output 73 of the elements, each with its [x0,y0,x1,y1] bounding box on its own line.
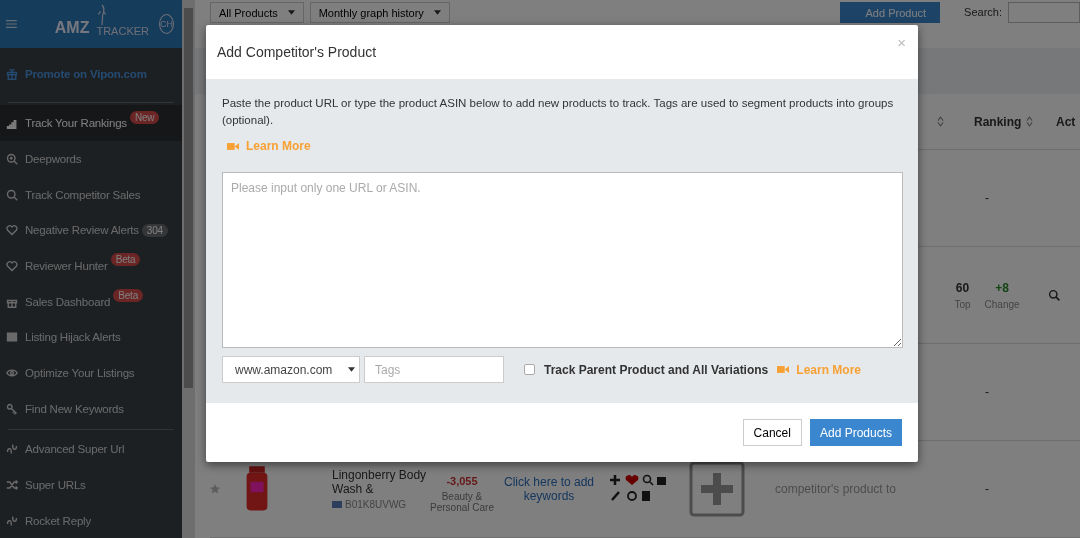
sidebar-item[interactable]: Track Competitor Sales [0,176,182,213]
ranking-value: - [985,191,989,205]
add-image-icon[interactable] [689,461,745,517]
description-text: Paste the product URL or type the product ASIN below to add new products to track. Tags are used to segment products into groups (optional). [222,96,895,128]
url-input-field[interactable]: Please input only one URL or ASIN. [222,172,903,348]
sidebar-item[interactable]: Find New Keywords [0,390,182,427]
key-icon [6,402,18,415]
search-field[interactable] [1008,2,1080,23]
tags-field[interactable]: Tags [364,356,504,383]
video-camera-icon [777,365,790,374]
sidebar-item[interactable]: Listing Hijack Alerts [0,319,182,356]
caret-icon [348,367,355,372]
rank-change: +8 [995,280,1009,295]
caret-icon [433,10,441,15]
star-icon[interactable] [210,484,220,494]
close-button[interactable]: × [897,34,906,51]
marketplace-dropdown[interactable]: www.amazon.com [222,356,360,383]
logo-text: AMZ [54,19,90,37]
sort-icon[interactable] [1026,116,1033,127]
search-icon [6,188,18,201]
heart-icon [6,259,18,272]
add-product-button[interactable]: Add Product [839,2,941,23]
sidebar-item[interactable]: Promote on Vipon.com [0,48,182,100]
sidebar-item[interactable]: Negative Review Alerts 304 [0,212,182,249]
sidebar-item[interactable]: Rocket Reply [0,502,182,538]
sort-icon[interactable] [937,116,944,127]
badge: 304 [141,223,168,237]
learn-more-link[interactable]: Learn More [246,139,311,153]
checkbox-label[interactable]: Track Parent Product and All Variations [544,362,769,377]
keywords-link[interactable]: Click here to add keywords [499,475,599,503]
sidebar-item[interactable]: Advanced Super Url [0,431,182,468]
caret-icon [287,10,295,15]
shuffle-icon [6,479,18,492]
rocket-icon [96,3,107,27]
modal-title: Add Competitor's Product [217,44,377,60]
ranking-value: - [985,482,989,496]
filter-dropdown[interactable]: Monthly graph history [309,2,450,23]
scrollbar[interactable] [182,0,195,538]
category-text: Beauty & Personal Care [429,491,495,513]
video-camera-icon [227,141,239,151]
column-header[interactable]: Ranking [974,114,1026,129]
filter-dropdown[interactable]: All Products [210,2,304,23]
search-plus-icon [6,152,18,165]
search-icon[interactable] [1047,288,1061,302]
top-rank: 60 [955,280,970,295]
menu-icon[interactable] [6,17,17,31]
learn-more-link[interactable]: Learn More [796,362,861,377]
change-value: -3,055 [446,475,478,487]
sidebar-item[interactable]: Super URLs [0,467,182,503]
product-name[interactable]: Lingonberry Body Wash & [332,468,427,496]
sidebar-item[interactable]: Sales Dashboard Beta [0,283,182,320]
logo-subtitle: TRACKER [96,25,149,37]
badge: Beta [110,253,141,267]
action-icons-drawing[interactable] [607,474,667,504]
sidebar-item[interactable]: Reviewer Hunter Beta [0,248,182,284]
badge: New [129,110,160,124]
cancel-button[interactable]: Cancel [742,419,802,446]
asin-text: B01K8UVWG [345,499,407,510]
add-products-button[interactable]: Add Products [809,419,902,446]
flag-icon [332,501,342,508]
signal-bars-icon [6,117,18,129]
sidebar-item[interactable]: Deepwords [0,141,182,177]
top-label: Top [954,298,971,310]
badge: Beta [113,289,143,303]
ranking-value: - [985,385,989,399]
change-label: Change [984,298,1020,310]
promo-gift-icon [6,68,18,80]
heart-icon [6,224,18,237]
sidebar-item[interactable]: Track Your Rankings New [0,105,182,141]
search-label: Search: [964,5,1002,20]
checkbox[interactable] [524,364,535,375]
sidebar-item[interactable]: Optimize Your Listings [0,355,182,391]
column-header[interactable]: Act [1056,114,1080,129]
